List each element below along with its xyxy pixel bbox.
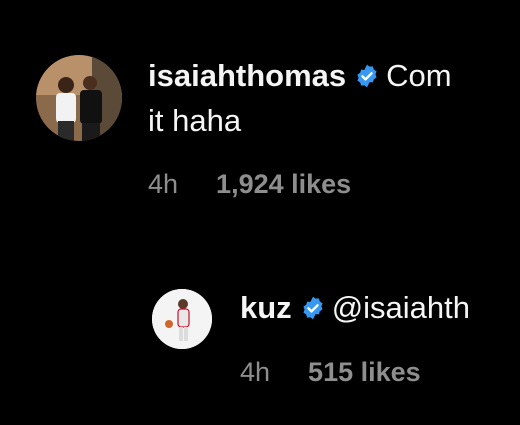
comment-likes-link[interactable]: 1,924 likes [216, 169, 351, 199]
comment-meta: 4h 1,924 likes [148, 168, 351, 200]
avatar-kuz[interactable] [152, 289, 212, 349]
mention-link[interactable]: @isaiahth [332, 290, 470, 325]
user-photo-icon [152, 289, 212, 349]
comment-likes-link[interactable]: 515 likes [308, 357, 421, 387]
user-photo-icon [36, 55, 122, 141]
username-link[interactable]: kuz [240, 290, 292, 325]
verified-badge-icon [354, 61, 380, 97]
verified-badge-icon [300, 293, 326, 329]
comment-time: 4h [148, 169, 179, 199]
comment-text-row: isaiahthomas Com [148, 58, 452, 97]
comment-time: 4h [240, 357, 271, 387]
comment-item-isaiahthomas: isaiahthomas Com it haha 4h 1,924 likes [0, 0, 520, 220]
comment-item-kuz: kuz @isaiahth 4h 515 likes [0, 270, 520, 425]
comment-text-continued: it haha [148, 103, 242, 138]
avatar-isaiahthomas[interactable] [36, 55, 122, 141]
comment-meta: 4h 515 likes [240, 356, 421, 388]
reply-text-row: kuz @isaiahth [240, 290, 470, 329]
username-link[interactable]: isaiahthomas [148, 58, 346, 93]
comment-text: Com [386, 58, 452, 93]
